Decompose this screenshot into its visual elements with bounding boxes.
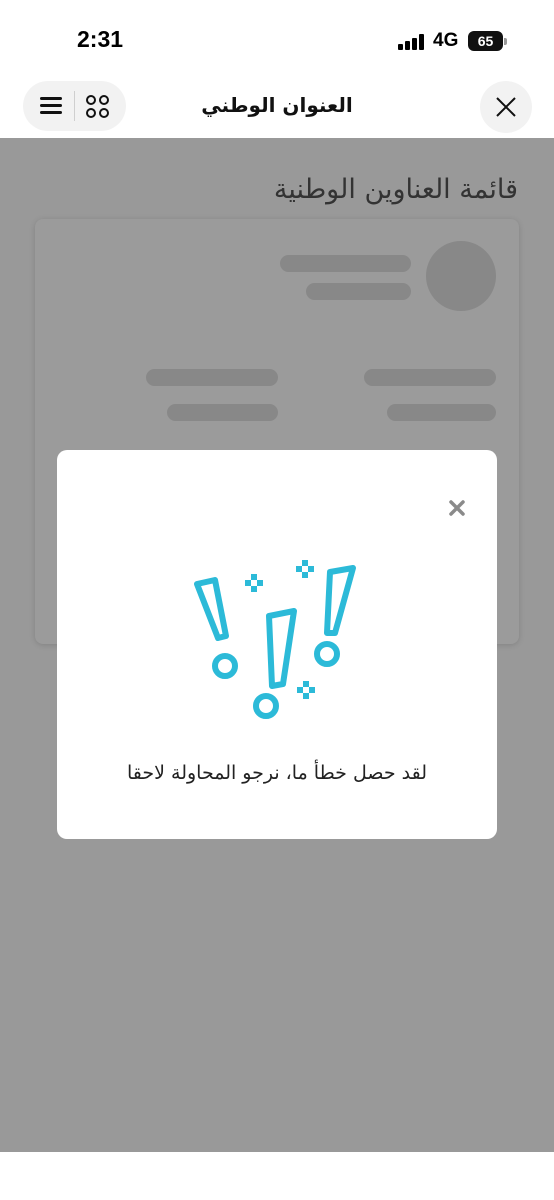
network-type: 4G xyxy=(433,30,459,51)
skeleton-line xyxy=(167,404,278,421)
skeleton-line xyxy=(306,283,411,300)
menu-pill xyxy=(23,81,126,131)
bottom-bar xyxy=(0,1152,554,1200)
modal-close-button[interactable] xyxy=(448,499,466,517)
skeleton-line xyxy=(387,404,496,421)
skeleton-avatar xyxy=(426,241,496,311)
error-modal: لقد حصل خطأ ما، نرجو المحاولة لاحقا xyxy=(57,450,497,839)
app-header: العنوان الوطني xyxy=(0,80,554,138)
exclamation-marks-illustration xyxy=(194,560,356,719)
apps-grid-icon[interactable] xyxy=(86,95,109,118)
status-bar: 2:31 4G 65 xyxy=(0,0,554,80)
list-heading: قائمة العناوين الوطنية xyxy=(273,174,518,205)
close-button[interactable] xyxy=(480,81,532,133)
skeleton-line xyxy=(364,369,496,386)
battery-icon: 65 xyxy=(468,31,507,51)
battery-level: 65 xyxy=(477,33,494,49)
close-icon xyxy=(449,500,465,516)
status-time: 2:31 xyxy=(77,26,124,52)
page-title: العنوان الوطني xyxy=(201,93,353,117)
pill-divider xyxy=(74,91,75,121)
hamburger-icon[interactable] xyxy=(40,97,62,115)
close-icon xyxy=(496,97,516,117)
error-message: لقد حصل خطأ ما، نرجو المحاولة لاحقا xyxy=(126,762,427,784)
skeleton-line xyxy=(280,255,411,272)
signal-icon xyxy=(398,34,426,50)
skeleton-line xyxy=(146,369,278,386)
